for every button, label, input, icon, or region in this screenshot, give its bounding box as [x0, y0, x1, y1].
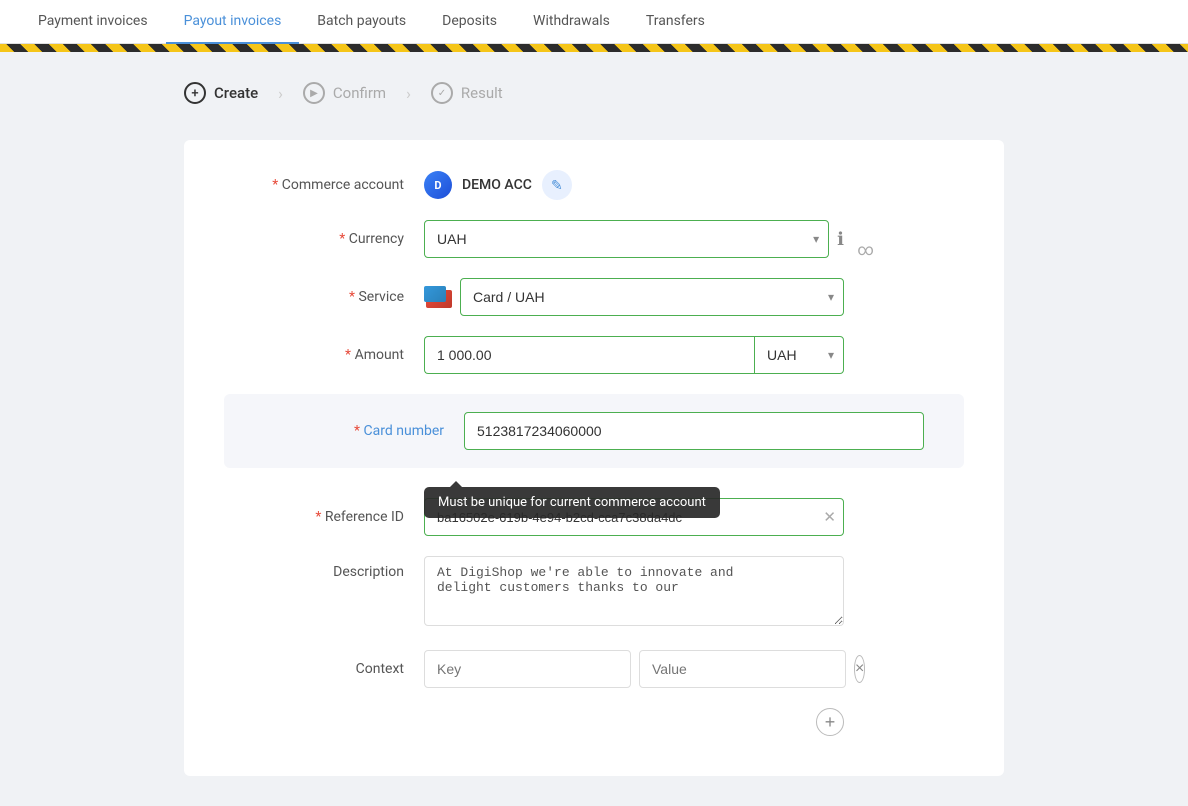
confirm-step-icon: ▶ [303, 82, 325, 104]
wizard-step-result: ✓ Result [431, 82, 503, 104]
card-number-label: Card number [264, 423, 464, 439]
nav-item-deposits[interactable]: Deposits [424, 0, 515, 44]
result-step-label: Result [461, 84, 503, 102]
wizard-step-confirm: ▶ Confirm [303, 82, 386, 104]
amount-input[interactable] [424, 336, 754, 374]
account-avatar: D [424, 171, 452, 199]
result-step-icon: ✓ [431, 82, 453, 104]
commerce-account-display: D DEMO ACC ✎ [424, 170, 572, 200]
description-row: Description At DigiShop we're able to in… [224, 556, 964, 630]
nav-item-transfers[interactable]: Transfers [628, 0, 723, 44]
card-number-tooltip: Must be unique for current commerce acco… [424, 487, 720, 518]
reference-id-clear-button[interactable]: ✕ [823, 508, 836, 526]
currency-select-wrapper: UAH [424, 220, 829, 258]
context-label: Context [224, 661, 424, 677]
amount-currency-select[interactable]: UAH [754, 336, 844, 374]
close-icon: ✕ [823, 508, 836, 526]
warning-stripe [0, 44, 1188, 52]
description-wrapper: At DigiShop we're able to innovate and d… [424, 556, 844, 630]
account-name: DEMO ACC [462, 177, 532, 193]
nav-item-withdrawals[interactable]: Withdrawals [515, 0, 628, 44]
nav-item-payout-invoices[interactable]: Payout invoices [166, 0, 300, 44]
amount-field-group: UAH [424, 336, 844, 374]
commerce-account-row: Commerce account D DEMO ACC ✎ [224, 170, 964, 200]
add-context-button[interactable]: + [816, 708, 844, 736]
card-icon-wrapper [424, 286, 452, 308]
infinity-icon: ∞ [858, 240, 874, 259]
wizard-arrow-2: › [406, 84, 411, 103]
currency-select[interactable]: UAH [424, 220, 829, 258]
card-number-input[interactable] [464, 412, 924, 450]
reference-id-label: Reference ID [224, 509, 424, 525]
service-display: Card / UAH [424, 278, 844, 316]
description-label: Description [224, 556, 424, 580]
context-inputs: × [424, 650, 844, 688]
form-container: Commerce account D DEMO ACC ✎ Currency U… [184, 140, 1004, 776]
card-number-row: Card number [264, 412, 924, 450]
commerce-account-label: Commerce account [224, 177, 424, 193]
add-context-row: + [224, 708, 844, 736]
currency-info-icon[interactable]: ℹ [837, 229, 844, 250]
nav-item-batch-payouts[interactable]: Batch payouts [299, 0, 424, 44]
service-row: Service Card / UAH [224, 278, 964, 316]
currency-label: Currency [224, 231, 424, 247]
card-number-section: Card number Must be unique for current c… [224, 394, 964, 468]
wizard-arrow-1: › [278, 84, 283, 103]
confirm-step-label: Confirm [333, 84, 386, 102]
context-value-input[interactable] [639, 650, 846, 688]
create-step-icon: + [184, 82, 206, 104]
service-label: Service [224, 289, 424, 305]
service-select[interactable]: Card / UAH [460, 278, 844, 316]
context-key-input[interactable] [424, 650, 631, 688]
main-content: + Create › ▶ Confirm › ✓ Result Commerce… [144, 52, 1044, 806]
description-textarea[interactable]: At DigiShop we're able to innovate and d… [424, 556, 844, 626]
top-navigation: Payment invoices Payout invoices Batch p… [0, 0, 1188, 44]
service-select-wrapper: Card / UAH [460, 278, 844, 316]
amount-row: Amount UAH [224, 336, 964, 374]
context-remove-button[interactable]: × [854, 655, 865, 683]
currency-row: Currency UAH ℹ ∞ [224, 220, 964, 258]
plus-icon: + [825, 712, 836, 733]
card-icon-front [424, 286, 446, 302]
wizard-step-create: + Create [184, 82, 258, 104]
create-step-label: Create [214, 84, 258, 102]
nav-item-payment-invoices[interactable]: Payment invoices [20, 0, 166, 44]
wizard-steps: + Create › ▶ Confirm › ✓ Result [184, 82, 1004, 104]
edit-account-button[interactable]: ✎ [542, 170, 572, 200]
amount-label: Amount [224, 347, 424, 363]
amount-currency-wrapper: UAH [754, 336, 844, 374]
context-row: Context × [224, 650, 964, 688]
close-icon: × [855, 660, 864, 678]
